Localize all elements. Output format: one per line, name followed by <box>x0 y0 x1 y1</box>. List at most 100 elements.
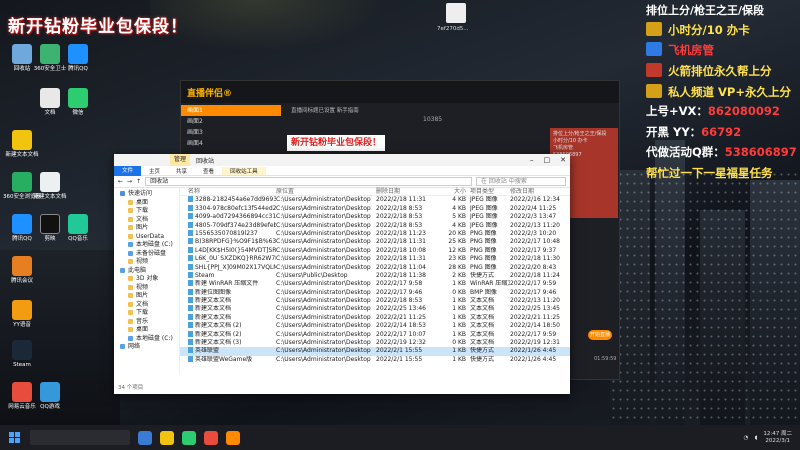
table-row[interactable]: 英雄联盟 C:\Users\Administrator\Desktop 2022/2… <box>180 347 570 356</box>
table-row[interactable]: B)38RPDFG}%O9F1$B%63L C:\Users\Administra… <box>180 238 570 246</box>
clock[interactable]: 12:47 周二 2022/3/1 <box>763 431 792 445</box>
column-deleted-date[interactable]: 删除日期 <box>376 188 440 195</box>
nav-item[interactable]: 此电脑 <box>114 267 179 276</box>
start-live-button[interactable]: 开始直播 <box>588 330 612 340</box>
nav-item[interactable]: 文档 <box>114 301 179 310</box>
table-row[interactable]: 新建 WinRAR 压缩文件 C:\Users\Administrator\Des… <box>180 280 570 288</box>
ad-line-1: 排位上分/枪王之王/保段 <box>646 4 765 17</box>
nav-item[interactable]: 下载 <box>114 309 179 318</box>
file-type: 文本文档 <box>470 322 495 330</box>
nav-item[interactable]: 本地磁盘 (C:) <box>114 241 179 250</box>
column-type[interactable]: 项目类型 <box>470 188 510 195</box>
file-explorer-icon[interactable] <box>160 430 174 445</box>
app-icon[interactable] <box>204 430 218 445</box>
table-row[interactable]: 英雄联盟WeGame版 C:\Users\Administrator\Deskto… <box>180 355 570 364</box>
volume-icon[interactable]: ◖ <box>754 435 757 441</box>
desktop-icon[interactable]: Steam <box>2 340 42 369</box>
nav-item[interactable]: 网络 <box>114 343 179 352</box>
table-row[interactable]: 3288-2182454a6e7dd969390630...C:\Users\A… <box>180 196 570 204</box>
column-original-location[interactable]: 原位置 <box>276 188 376 195</box>
nav-item[interactable]: 下载 <box>114 207 179 216</box>
search-input[interactable]: 在 回收站 中搜索 <box>476 177 566 186</box>
nav-item[interactable]: 视频 <box>114 284 179 293</box>
taskbar-search[interactable] <box>30 430 130 445</box>
file-original-location: C:\Users\Administrator\Desktop <box>276 255 371 263</box>
table-row[interactable]: 新建文本文档 (2) C:\Users\Administrator\Desktop… <box>180 330 570 339</box>
desktop-icon[interactable]: 新建文本文档 <box>30 172 70 201</box>
scene-item[interactable]: 画面3 <box>181 127 281 138</box>
file-icon <box>188 271 193 278</box>
nav-item[interactable]: UserData <box>114 233 179 242</box>
tab-recycle-tools[interactable]: 回收站工具 <box>222 166 266 175</box>
start-button[interactable] <box>0 431 30 444</box>
table-row[interactable]: 新建文本文档 (2) C:\Users\Administrator\Desktop… <box>180 322 570 330</box>
file-original-location: C:\Users\Administrator\Desktop <box>276 221 371 229</box>
network-icon[interactable]: ◔ <box>744 435 749 441</box>
file-explorer-window[interactable]: 管理 回收站 – □ ✕ 文件 主页 共享 查看 回收站工具 ← → ↑ 回收站… <box>114 154 570 394</box>
table-row[interactable]: 新建文本文档 C:\Users\Administrator\Desktop 2022… <box>180 297 570 305</box>
nav-item[interactable]: 视频 <box>114 258 179 267</box>
desktop-icon[interactable]: 腾讯会议 <box>2 256 42 285</box>
address-bar[interactable]: 回收站 <box>145 177 472 186</box>
live-companion-icon[interactable] <box>226 430 240 445</box>
table-row[interactable]: SHL{PPJ_X]09M02X17VQLM~1C:\Users\Adminis… <box>180 263 570 272</box>
nav-item[interactable]: 未备份磁盘 <box>114 250 179 259</box>
nav-item[interactable]: 快速访问 <box>114 190 179 199</box>
desktop-icon[interactable]: QQ音乐 <box>58 214 98 243</box>
desktop-icon[interactable]: 腾讯QQ <box>2 214 42 243</box>
column-size[interactable]: 大小 <box>440 188 470 195</box>
up-icon[interactable]: ↑ <box>136 178 141 185</box>
file-type: 文本文档 <box>470 330 495 338</box>
tab-file[interactable]: 文件 <box>114 165 142 176</box>
table-row[interactable]: 3304-978c80efc13f544ed28459...C:\Users\A… <box>180 204 570 213</box>
drive-icon <box>128 242 133 247</box>
table-row[interactable]: 新建位图图像 C:\Users\Administrator\Desktop 2022… <box>180 288 570 297</box>
table-row[interactable]: L6K_0U`SXZDKQ}RR62W7RX[1C:\Users\Adminis… <box>180 255 570 263</box>
desktop-icon[interactable]: 新建文本文档 <box>2 130 42 159</box>
nav-item[interactable]: 3D 对象 <box>114 275 179 284</box>
manage-tab[interactable]: 管理 <box>170 154 191 166</box>
nav-item[interactable]: 桌面 <box>114 326 179 335</box>
task-view-icon[interactable] <box>138 430 152 445</box>
scene-item[interactable]: 画面2 <box>181 116 281 127</box>
image-thumbnail-icon[interactable] <box>446 3 466 23</box>
scene-item[interactable]: 画面1 <box>181 105 281 116</box>
back-icon[interactable]: ← <box>118 178 123 185</box>
nav-item[interactable]: 桌面 <box>114 199 179 208</box>
nav-item[interactable]: 音乐 <box>114 318 179 327</box>
browser-icon[interactable] <box>182 430 196 445</box>
table-row[interactable]: 新建文本文档 (3) C:\Users\Administrator\Desktop… <box>180 339 570 347</box>
drive-icon <box>128 250 133 256</box>
nav-item[interactable]: 本地磁盘 (C:) <box>114 335 179 344</box>
table-row[interactable]: 4805-709df374e23d89efeb3f59...C:\Users\A… <box>180 221 570 230</box>
file-original-location: C:\Users\Administrator\Desktop <box>276 297 371 305</box>
table-row[interactable]: 新建文本文档 C:\Users\Administrator\Desktop 2022… <box>180 305 570 313</box>
column-modified-date[interactable]: 修改日期 <box>510 188 566 195</box>
file-size: 5 KB <box>452 213 466 221</box>
tab-share[interactable]: 共享 <box>168 167 195 175</box>
table-row[interactable]: Steam C:\Users\Public\Desktop 2022/2/18 11… <box>180 271 570 280</box>
desktop-icon[interactable]: QQ游戏 <box>30 382 70 411</box>
ad-line-7: 开黑 YY：66792 <box>646 125 742 139</box>
scene-item[interactable]: 画面4 <box>181 138 281 149</box>
close-icon[interactable]: ✕ <box>560 156 566 164</box>
minimize-icon[interactable]: – <box>530 156 534 164</box>
desktop-icon[interactable]: 腾讯QQ <box>58 44 98 73</box>
desktop-icon[interactable]: 微信 <box>58 88 98 117</box>
tab-home[interactable]: 主页 <box>141 167 168 175</box>
table-row[interactable]: 1556535070819l237 C:\Users\Administrator\… <box>180 229 570 238</box>
maximize-icon[interactable]: □ <box>544 156 551 164</box>
desktop-icon[interactable]: YY语音 <box>2 300 42 329</box>
nav-item[interactable]: 图片 <box>114 292 179 301</box>
table-row[interactable]: 新建文本文档 C:\Users\Administrator\Desktop 2022… <box>180 313 570 322</box>
forward-icon[interactable]: → <box>127 178 132 185</box>
file-modified-date: 2022/2/25 13:45 <box>510 305 560 313</box>
column-name[interactable]: 名称 <box>180 188 276 195</box>
tab-view[interactable]: 查看 <box>195 167 222 175</box>
table-row[interactable]: 4099-a0d7294366894cc31ddf5...C:\Users\Ad… <box>180 213 570 221</box>
file-deleted-date: 2022/2/18 11:04 <box>376 263 426 271</box>
nav-item[interactable]: 图片 <box>114 224 179 233</box>
nav-item[interactable]: 文档 <box>114 216 179 225</box>
folder-icon <box>128 310 133 315</box>
table-row[interactable]: L4D[KK$H5I0(}54MVDT]SRO8 C:\Users\Adminis… <box>180 246 570 255</box>
